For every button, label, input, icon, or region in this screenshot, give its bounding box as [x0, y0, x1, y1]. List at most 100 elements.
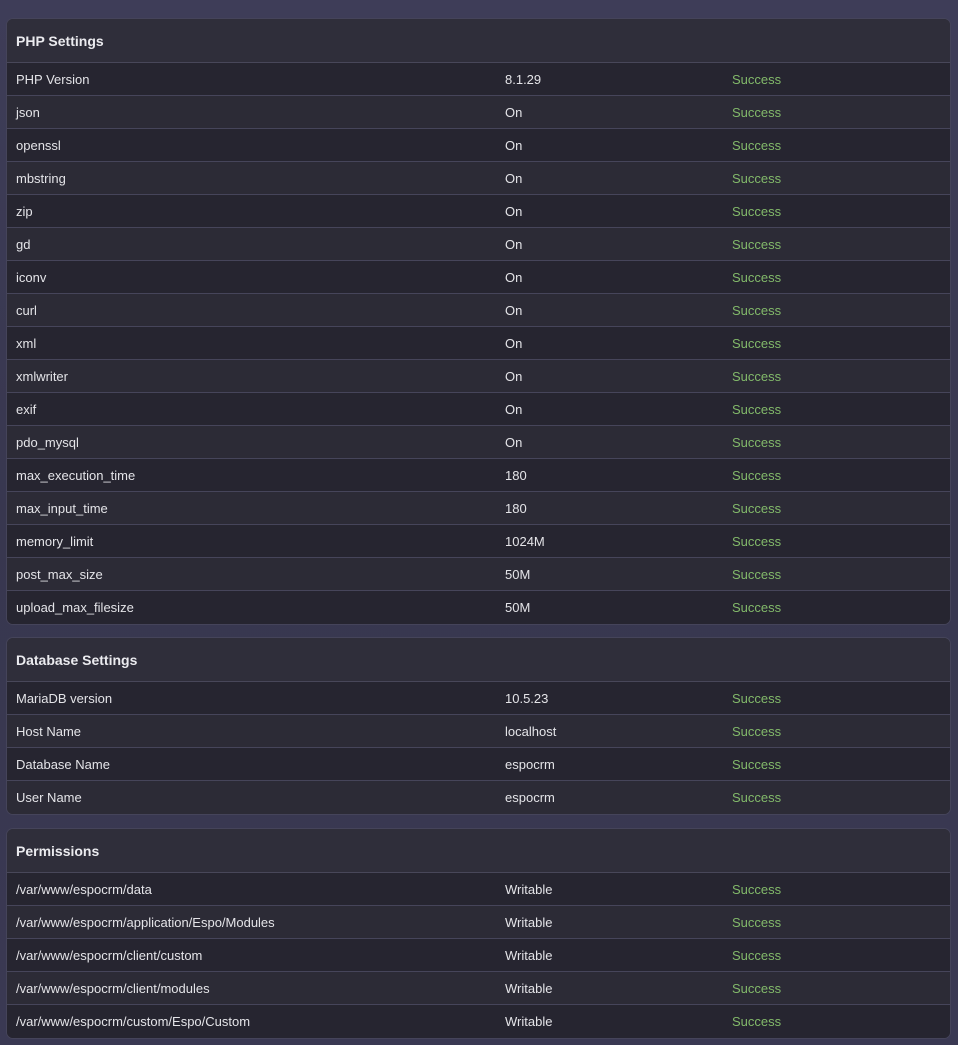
setting-value: 50M	[505, 566, 531, 582]
status-label: Success	[732, 914, 782, 930]
table-row: pdo_mysql On Success	[7, 426, 950, 459]
table-row: xml On Success	[7, 327, 950, 360]
permissions-panel: Permissions /var/www/espocrm/data Writabl…	[6, 828, 951, 1039]
setting-name: post_max_size	[16, 566, 103, 582]
setting-value: On	[505, 170, 523, 186]
setting-name: User Name	[16, 790, 82, 805]
status-label: Success	[732, 368, 782, 384]
path-name: /var/www/espocrm/client/custom	[16, 947, 203, 963]
setting-value: On	[505, 302, 523, 318]
status-label: Success	[732, 690, 782, 706]
setting-name: openssl	[16, 137, 61, 153]
status-label: Success	[732, 467, 782, 483]
path-name: /var/www/espocrm/custom/Espo/Custom	[16, 1014, 251, 1029]
status-label: Success	[732, 335, 782, 351]
setting-value: On	[505, 335, 523, 351]
setting-value: On	[505, 368, 523, 384]
status-label: Success	[732, 980, 782, 996]
setting-value: 180	[505, 500, 527, 516]
permissions-title: Permissions	[7, 829, 950, 873]
php-settings-panel: PHP Settings PHP Version 8.1.29 Success js…	[6, 18, 951, 625]
status-label: Success	[732, 170, 782, 186]
table-row: MariaDB version 10.5.23 Success	[7, 682, 950, 715]
status-label: Success	[732, 790, 782, 805]
status-label: Success	[732, 947, 782, 963]
setting-value: On	[505, 104, 523, 120]
setting-name: MariaDB version	[16, 690, 113, 706]
setting-value: On	[505, 401, 523, 417]
table-row: upload_max_filesize 50M Success	[7, 591, 950, 624]
table-row: gd On Success	[7, 228, 950, 261]
setting-name: xml	[16, 335, 37, 351]
permission-value: Writable	[505, 980, 553, 996]
setting-name: pdo_mysql	[16, 434, 79, 450]
status-label: Success	[732, 203, 782, 219]
database-settings-panel: Database Settings MariaDB version 10.5.23…	[6, 637, 951, 815]
status-label: Success	[732, 236, 782, 252]
status-label: Success	[732, 401, 782, 417]
table-row: /var/www/espocrm/client/custom Writable Su…	[7, 939, 950, 972]
setting-value: On	[505, 236, 523, 252]
setting-name: iconv	[16, 269, 47, 285]
setting-name: Database Name	[16, 756, 110, 772]
permission-value: Writable	[505, 881, 553, 897]
setting-name: upload_max_filesize	[16, 600, 134, 615]
database-settings-rows: MariaDB version 10.5.23 Success Host Name l…	[7, 682, 950, 814]
permission-value: Writable	[505, 914, 553, 930]
php-settings-rows: PHP Version 8.1.29 Success json On Success o…	[7, 63, 950, 624]
setting-value: espocrm	[505, 756, 555, 772]
setting-name: Host Name	[16, 723, 82, 739]
status-label: Success	[732, 434, 782, 450]
setting-value: espocrm	[505, 790, 555, 805]
table-row: zip On Success	[7, 195, 950, 228]
table-row: /var/www/espocrm/custom/Espo/Custom Writa…	[7, 1005, 950, 1038]
permission-value: Writable	[505, 1014, 553, 1029]
table-row: memory_limit 1024M Success	[7, 525, 950, 558]
table-row: json On Success	[7, 96, 950, 129]
status-label: Success	[732, 104, 782, 120]
setting-value: On	[505, 269, 523, 285]
table-row: post_max_size 50M Success	[7, 558, 950, 591]
status-label: Success	[732, 600, 782, 615]
table-row: /var/www/espocrm/data Writable Success	[7, 873, 950, 906]
setting-name: max_execution_time	[16, 467, 136, 483]
table-row: User Name espocrm Success	[7, 781, 950, 814]
setting-value: 180	[505, 467, 527, 483]
table-row: curl On Success	[7, 294, 950, 327]
status-label: Success	[732, 269, 782, 285]
setting-name: curl	[16, 302, 37, 318]
setting-name: zip	[16, 203, 33, 219]
path-name: /var/www/espocrm/client/modules	[16, 980, 210, 996]
table-row: /var/www/espocrm/application/Espo/Module…	[7, 906, 950, 939]
permissions-rows: /var/www/espocrm/data Writable Success /va…	[7, 873, 950, 1038]
table-row: Host Name localhost Success	[7, 715, 950, 748]
table-row: max_execution_time 180 Success	[7, 459, 950, 492]
setting-name: xmlwriter	[16, 368, 68, 384]
setting-name: max_input_time	[16, 500, 108, 516]
setting-value: On	[505, 203, 523, 219]
status-label: Success	[732, 1014, 782, 1029]
table-row: xmlwriter On Success	[7, 360, 950, 393]
setting-name: memory_limit	[16, 533, 94, 549]
setting-name: gd	[16, 236, 31, 252]
setting-name: PHP Version	[16, 71, 90, 87]
status-label: Success	[732, 723, 782, 739]
path-name: /var/www/espocrm/data	[16, 881, 152, 897]
setting-value: On	[505, 434, 523, 450]
path-name: /var/www/espocrm/application/Espo/Module…	[16, 914, 275, 930]
setting-value: 8.1.29	[505, 71, 542, 87]
database-settings-title: Database Settings	[7, 638, 950, 682]
setting-value: localhost	[505, 723, 557, 739]
status-label: Success	[732, 756, 782, 772]
setting-name: json	[16, 104, 40, 120]
setting-name: mbstring	[16, 170, 66, 186]
table-row: /var/www/espocrm/client/modules Writable S…	[7, 972, 950, 1005]
status-label: Success	[732, 500, 782, 516]
table-row: exif On Success	[7, 393, 950, 426]
status-label: Success	[732, 71, 782, 87]
setting-value: On	[505, 137, 523, 153]
setting-value: 1024M	[505, 533, 545, 549]
setting-value: 10.5.23	[505, 690, 549, 706]
table-row: mbstring On Success	[7, 162, 950, 195]
table-row: Database Name espocrm Success	[7, 748, 950, 781]
